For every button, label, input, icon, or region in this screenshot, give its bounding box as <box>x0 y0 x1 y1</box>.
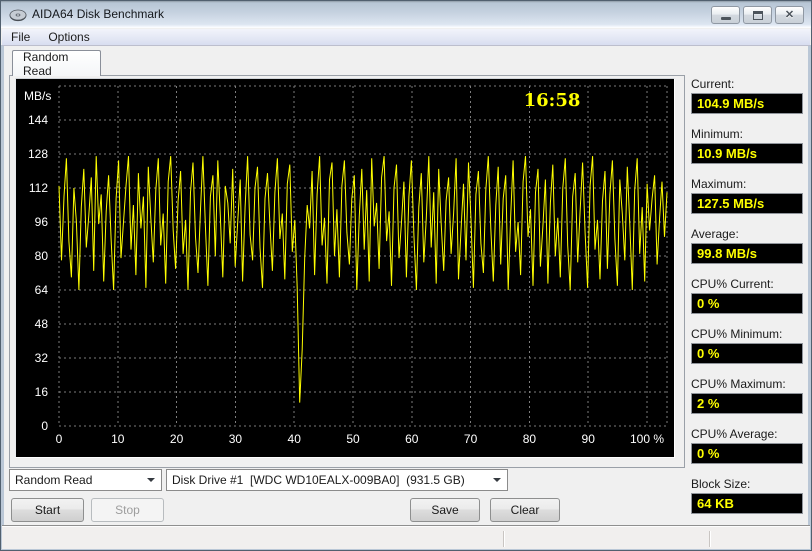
benchmark-chart: 0 16 32 48 64 80 96 112 128 144 MB/s 0 10 20 30 40 50 60 7… <box>15 78 675 458</box>
stats-sidebar: Current:104.9 MB/s Minimum:10.9 MB/s Maxim… <box>691 77 805 527</box>
svg-text:40: 40 <box>288 432 302 446</box>
close-icon: ✕ <box>785 10 794 21</box>
svg-text:16: 16 <box>35 385 49 399</box>
stat-block: CPU% Average:0 % <box>691 427 805 464</box>
chart-time-label: 16:58 <box>524 90 581 111</box>
svg-text:30: 30 <box>229 432 243 446</box>
menubar: File Options <box>2 29 810 46</box>
disk-drive-value: Disk Drive #1 [WDC WD10EALX-009BA0] (931… <box>167 473 493 487</box>
stat-value-box: 64 KB <box>691 493 803 514</box>
svg-text:70: 70 <box>464 432 478 446</box>
stat-block: CPU% Current:0 % <box>691 277 805 314</box>
svg-text:0: 0 <box>41 419 48 433</box>
chart-canvas: 0 16 32 48 64 80 96 112 128 144 MB/s 0 10 20 30 40 50 60 7… <box>16 79 674 457</box>
svg-text:100 %: 100 % <box>630 432 664 446</box>
window-frame-left <box>1 45 4 550</box>
stat-block: Current:104.9 MB/s <box>691 77 805 114</box>
menu-file[interactable]: File <box>2 29 39 45</box>
stat-value-box: 10.9 MB/s <box>691 143 803 164</box>
stat-label: Average: <box>691 227 805 242</box>
stat-value-box: 127.5 MB/s <box>691 193 803 214</box>
stat-value-box: 2 % <box>691 393 803 414</box>
close-button[interactable]: ✕ <box>775 6 804 24</box>
titlebar[interactable]: AIDA64 Disk Benchmark ✕ <box>1 1 811 28</box>
aida64-disk-benchmark-window: AIDA64 Disk Benchmark ✕ File Options Ran… <box>0 0 812 551</box>
stat-value-box: 0 % <box>691 343 803 364</box>
svg-text:10: 10 <box>111 432 125 446</box>
svg-text:96: 96 <box>35 215 49 229</box>
minimize-icon <box>721 17 731 20</box>
stat-value-box: 0 % <box>691 293 803 314</box>
stat-value-box: 99.8 MB/s <box>691 243 803 264</box>
start-button[interactable]: Start <box>11 498 84 522</box>
svg-text:48: 48 <box>35 317 49 331</box>
stat-label: CPU% Minimum: <box>691 327 805 342</box>
save-button[interactable]: Save <box>410 498 480 522</box>
svg-text:64: 64 <box>35 283 49 297</box>
svg-text:144: 144 <box>28 113 48 127</box>
minimize-button[interactable] <box>711 6 740 24</box>
clear-button[interactable]: Clear <box>490 498 560 522</box>
svg-text:80: 80 <box>523 432 537 446</box>
stat-block: Block Size:64 KB <box>691 477 805 514</box>
svg-text:20: 20 <box>170 432 184 446</box>
stat-label: Maximum: <box>691 177 805 192</box>
status-bar <box>2 525 810 549</box>
stop-button: Stop <box>91 498 164 522</box>
stat-label: Minimum: <box>691 127 805 142</box>
stat-label: Block Size: <box>691 477 805 492</box>
stat-block: Maximum:127.5 MB/s <box>691 177 805 214</box>
tab-random-read[interactable]: Random Read <box>12 50 101 76</box>
svg-text:90: 90 <box>582 432 596 446</box>
status-divider <box>709 531 710 547</box>
stat-block: Average:99.8 MB/s <box>691 227 805 264</box>
maximize-button[interactable] <box>743 6 772 24</box>
caption-buttons: ✕ <box>711 6 804 24</box>
stat-value-box: 0 % <box>691 443 803 464</box>
stat-label: CPU% Current: <box>691 277 805 292</box>
svg-text:112: 112 <box>29 181 48 195</box>
app-disk-icon <box>9 6 27 24</box>
disk-drive-select[interactable]: Disk Drive #1 [WDC WD10EALX-009BA0] (931… <box>166 469 508 491</box>
window-frame-right <box>808 45 811 550</box>
svg-text:MB/s: MB/s <box>24 89 51 103</box>
menu-options[interactable]: Options <box>39 29 98 45</box>
svg-text:0: 0 <box>56 432 63 446</box>
stat-label: CPU% Maximum: <box>691 377 805 392</box>
stat-value-box: 104.9 MB/s <box>691 93 803 114</box>
maximize-icon <box>753 11 763 20</box>
svg-text:32: 32 <box>35 351 49 365</box>
stat-label: CPU% Average: <box>691 427 805 442</box>
svg-text:128: 128 <box>28 147 48 161</box>
stat-label: Current: <box>691 77 805 92</box>
window-title: AIDA64 Disk Benchmark <box>32 7 164 21</box>
svg-text:50: 50 <box>346 432 360 446</box>
chevron-down-icon <box>147 478 155 482</box>
benchmark-type-select[interactable]: Random Read <box>9 469 162 491</box>
stat-block: CPU% Minimum:0 % <box>691 327 805 364</box>
benchmark-type-value: Random Read <box>10 473 147 487</box>
svg-text:80: 80 <box>35 249 49 263</box>
stat-block: CPU% Maximum:2 % <box>691 377 805 414</box>
status-divider <box>503 531 504 547</box>
stat-block: Minimum:10.9 MB/s <box>691 127 805 164</box>
svg-text:60: 60 <box>405 432 419 446</box>
tab-label: Random Read <box>23 50 100 78</box>
chevron-down-icon <box>493 478 501 482</box>
